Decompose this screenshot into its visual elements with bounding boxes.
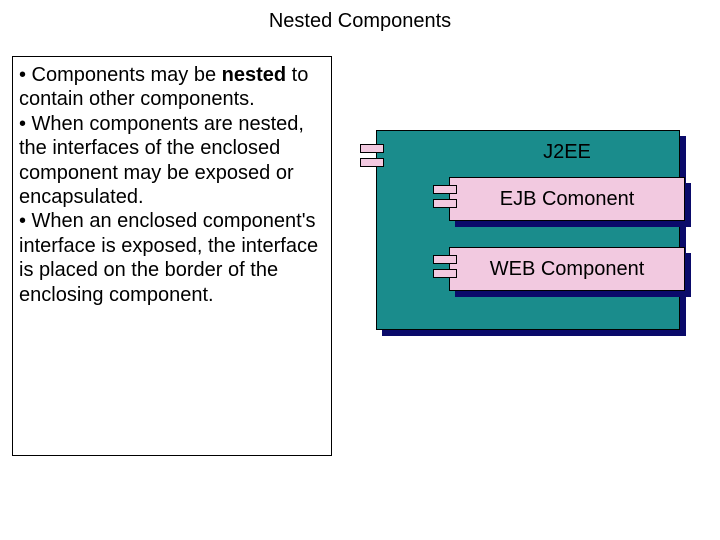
outer-component: J2EE EJB Comonent WEB Component [376, 130, 680, 330]
component-diagram: J2EE EJB Comonent WEB Component [348, 130, 692, 340]
outer-label: J2EE [497, 141, 637, 164]
bullet-1: • Components may be nested to contain ot… [19, 63, 323, 112]
ejb-component: EJB Comonent [449, 177, 685, 221]
web-label: WEB Component [490, 258, 645, 281]
bullet-1-bold: nested [222, 64, 286, 86]
ejb-lugs-icon [433, 185, 461, 213]
web-component: WEB Component [449, 247, 685, 291]
bullet-1-pre: • Components may be [19, 64, 222, 86]
body-text: • Components may be nested to contain ot… [12, 56, 332, 456]
bullet-2: • When components are nested, the interf… [19, 112, 323, 210]
bullet-3: • When an enclosed component's interface… [19, 209, 323, 307]
web-lugs-icon [433, 255, 461, 283]
slide: Nested Components • Components may be ne… [0, 0, 720, 540]
slide-title: Nested Components [0, 10, 720, 33]
ejb-label: EJB Comonent [500, 188, 635, 211]
outer-lugs-icon [360, 144, 388, 172]
